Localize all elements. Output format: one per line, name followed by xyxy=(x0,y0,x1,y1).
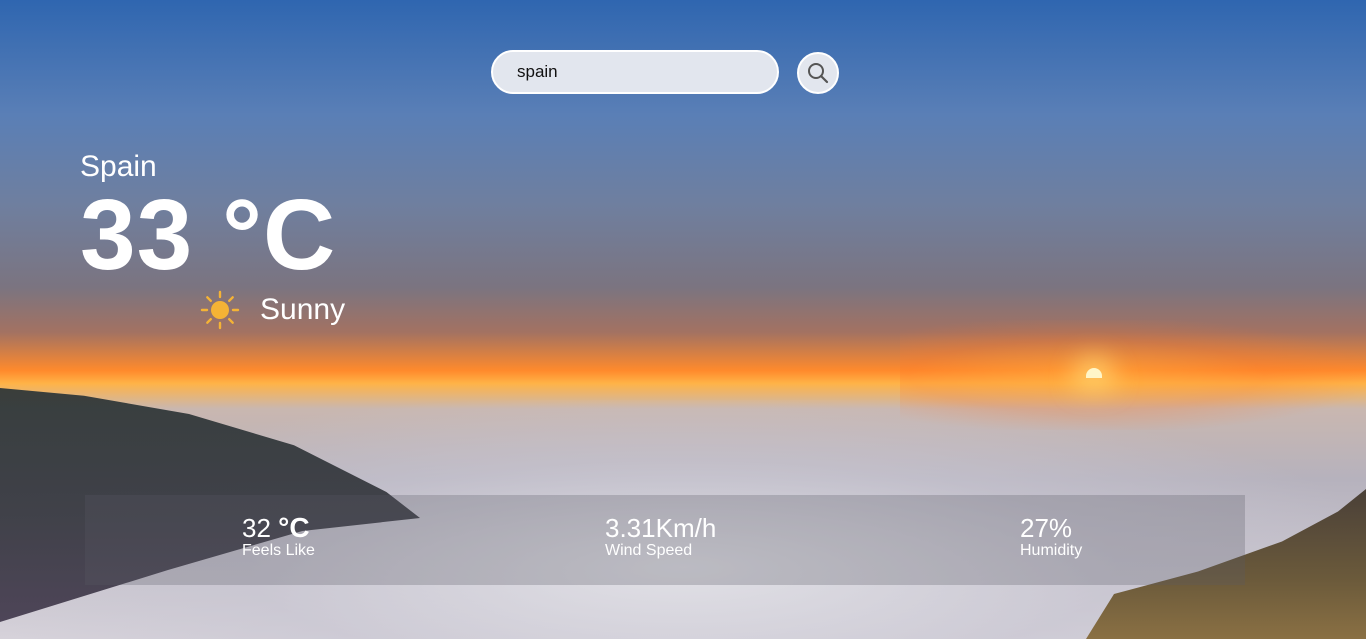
search-input[interactable] xyxy=(491,50,779,94)
details-panel: 32 °C Feels Like 3.31Km/h Wind Speed 27%… xyxy=(85,495,1245,585)
weather-condition: Sunny xyxy=(200,290,345,330)
feels-like-value-row: 32 °C xyxy=(242,512,315,544)
humidity-stat: 27% Humidity xyxy=(1020,513,1082,559)
feels-like-unit: °C xyxy=(278,512,310,543)
background-sun xyxy=(1086,368,1102,378)
humidity-value: 27% xyxy=(1020,513,1073,543)
feels-like-value: 32 xyxy=(242,513,271,543)
condition-label: Sunny xyxy=(260,293,346,326)
humidity-label: Humidity xyxy=(1020,542,1083,559)
temperature: 33 °C xyxy=(80,179,337,291)
wind-speed-label: Wind Speed xyxy=(605,542,693,559)
weather-app: Spain 33 °C Sunny 32 °C Feels Like xyxy=(0,0,1366,639)
feels-like-stat: 32 °C Feels Like xyxy=(242,513,315,559)
sun-icon xyxy=(200,290,240,330)
wind-speed-stat: 3.31Km/h Wind Speed xyxy=(605,513,716,559)
feels-like-label: Feels Like xyxy=(242,542,315,559)
search-button[interactable] xyxy=(797,52,839,94)
wind-speed-value: 3.31Km/h xyxy=(605,513,717,543)
search-icon xyxy=(808,63,829,84)
